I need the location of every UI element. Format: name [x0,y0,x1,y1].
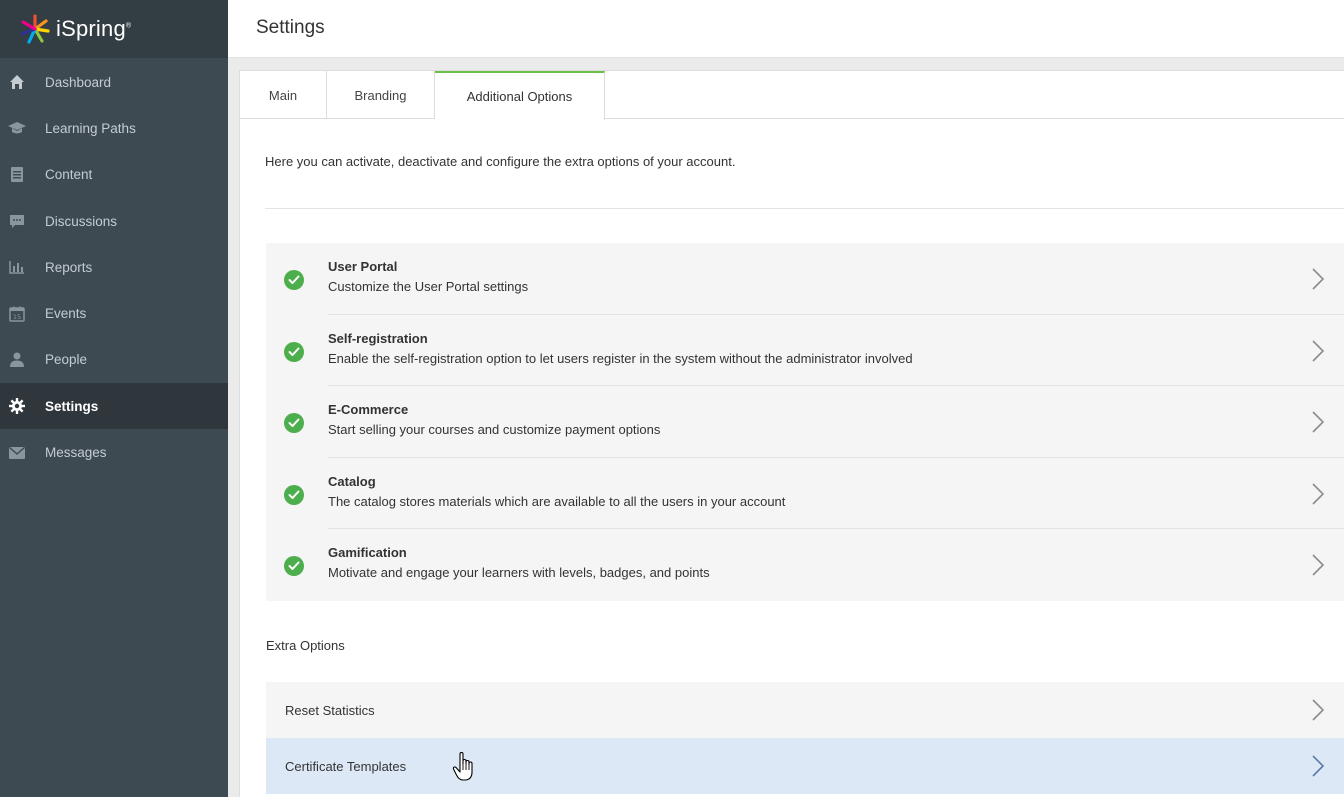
chat-icon [7,212,27,230]
option-user-portal[interactable]: User Portal Customize the User Portal se… [266,243,1344,315]
sidebar-item-events[interactable]: 15 Events [0,290,228,336]
logo-text: iSpring® [56,16,132,41]
option-gamification[interactable]: Gamification Motivate and engage your le… [266,529,1344,601]
option-e-commerce[interactable]: E-Commerce Start selling your courses an… [266,386,1344,458]
check-circle-icon [284,556,304,577]
certificate-templates-row[interactable]: Certificate Templates [266,738,1344,794]
check-circle-icon [284,270,304,290]
graduation-cap-icon [7,119,27,137]
sidebar-item-label: People [45,352,88,368]
tab-label: Main [268,87,298,103]
sidebar-nav: Dashboard Learning Paths Content Discuss… [0,58,228,476]
chevron-right-icon [1312,411,1325,433]
sidebar-item-learning-paths[interactable]: Learning Paths [0,105,228,151]
option-description: Motivate and engage your learners with l… [328,565,710,581]
divider [265,208,1344,209]
option-description: Customize the User Portal settings [328,279,529,294]
person-icon [7,351,27,369]
intro-text: Here you can activate, deactivate and co… [265,154,736,169]
bar-chart-icon [7,258,27,276]
options-list: User Portal Customize the User Portal se… [266,243,1344,601]
sidebar-item-label: Settings [45,398,99,414]
chevron-right-icon [1312,554,1325,576]
home-icon [7,73,27,91]
extra-options-heading: Extra Options [266,638,345,653]
sidebar-item-label: Dashboard [45,74,112,90]
option-title: Catalog [328,473,376,489]
option-title: Gamification [328,545,407,561]
page-title: Settings [256,17,325,38]
header: Settings [228,0,1344,58]
chevron-right-icon [1312,755,1325,777]
option-title: Self-registration [328,330,428,346]
reset-statistics-row[interactable]: Reset Statistics [266,682,1344,738]
chevron-right-icon [1312,340,1325,362]
calendar-icon: 15 [7,305,27,323]
option-description: Enable the self-registration option to l… [328,350,913,366]
option-catalog[interactable]: Catalog The catalog stores materials whi… [266,458,1344,530]
sidebar-item-label: Discussions [45,213,118,229]
envelope-icon [7,444,27,462]
row-label: Certificate Templates [285,758,407,774]
logo[interactable]: iSpring® [0,0,228,58]
svg-text:15: 15 [13,313,21,321]
tab-main[interactable]: Main [240,71,327,119]
sidebar-item-settings[interactable]: Settings [0,383,228,430]
sidebar: iSpring® Dashboard Learning Paths Conten… [0,0,228,797]
sidebar-item-label: Content [45,167,93,183]
sidebar-item-reports[interactable]: Reports [0,244,228,290]
sidebar-item-label: Messages [45,445,107,461]
sidebar-item-dashboard[interactable]: Dashboard [0,59,228,105]
check-circle-icon [284,341,304,362]
document-icon [7,166,27,184]
check-circle-icon [284,484,304,505]
chevron-right-icon [1312,268,1325,290]
tab-label: Branding [354,87,407,103]
chevron-right-icon [1312,699,1325,721]
sidebar-item-discussions[interactable]: Discussions [0,198,228,244]
option-title: E-Commerce [328,402,409,418]
option-description: The catalog stores materials which are a… [328,493,786,509]
chevron-right-icon [1312,483,1325,505]
check-circle-icon [284,413,304,434]
gear-icon [7,397,27,415]
sidebar-item-content[interactable]: Content [0,152,228,198]
option-self-registration[interactable]: Self-registration Enable the self-regist… [266,315,1344,387]
sidebar-item-label: Reports [45,259,93,275]
settings-panel: Main Branding Additional Options Here yo… [239,70,1344,797]
sidebar-item-label: Events [45,306,87,322]
tab-additional-options[interactable]: Additional Options [435,71,605,120]
option-title: User Portal [328,259,398,274]
row-label: Reset Statistics [285,702,375,718]
ispring-logo-icon [20,14,50,44]
tab-bar: Main Branding Additional Options [240,71,1344,120]
tab-branding[interactable]: Branding [327,71,435,119]
sidebar-item-label: Learning Paths [45,120,136,136]
sidebar-item-messages[interactable]: Messages [0,429,228,475]
sidebar-item-people[interactable]: People [0,337,228,383]
option-description: Start selling your courses and customize… [328,422,661,438]
tab-label: Additional Options [466,89,573,104]
